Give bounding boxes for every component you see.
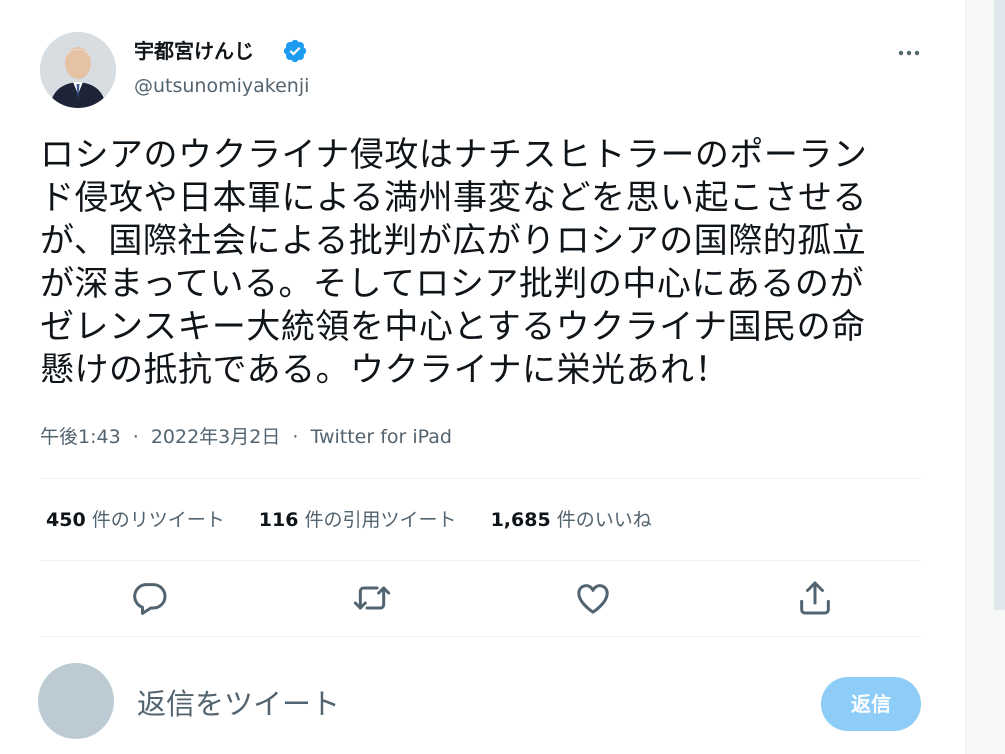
reply-input[interactable]: 返信をツイート xyxy=(137,686,340,722)
scrollbar-thumb[interactable] xyxy=(994,0,1005,610)
tweet-metadata: 午後1:43 · 2022年3月2日 · Twitter for iPad xyxy=(40,424,452,450)
engagement-stats: 450 件のリツイート 116 件の引用ツイート 1,685 件のいいね xyxy=(46,506,680,534)
reply-icon[interactable] xyxy=(130,578,170,618)
likes-label: 件のいいね xyxy=(556,509,652,531)
tweet-text-line: が深まっている。そしてロシア批判の中心にあるのが xyxy=(40,264,864,304)
verified-badge-icon xyxy=(283,39,307,63)
meta-separator: · xyxy=(132,426,139,448)
tweet-detail: 宇都宮けんじ @utsunomiyakenji ロシアのウクライナ侵攻はナチスヒ… xyxy=(0,0,966,754)
like-icon[interactable] xyxy=(573,578,613,618)
meta-separator: · xyxy=(292,426,299,448)
author-display-name[interactable]: 宇都宮けんじ xyxy=(134,37,254,65)
current-user-avatar xyxy=(38,663,114,739)
reply-button[interactable]: 返信 xyxy=(821,677,921,731)
tweet-text: ロシアのウクライナ侵攻はナチスヒトラーのポーラン ド侵攻や日本軍による満州事変な… xyxy=(40,134,945,392)
divider xyxy=(40,478,922,479)
tweet-text-line: が、国際社会による批判が広がりロシアの国際的孤立 xyxy=(40,221,867,261)
retweets-count: 450 xyxy=(46,509,86,531)
tweet-source[interactable]: Twitter for iPad xyxy=(310,426,451,448)
share-icon[interactable] xyxy=(795,578,835,618)
quotes-label: 件の引用ツイート xyxy=(304,509,457,531)
more-options-icon[interactable] xyxy=(890,38,928,68)
divider xyxy=(40,560,922,561)
retweet-icon[interactable] xyxy=(352,578,392,618)
author-username[interactable]: @utsunomiyakenji xyxy=(134,73,309,99)
retweets-stat[interactable]: 450 件のリツイート xyxy=(46,506,225,534)
divider xyxy=(40,636,922,637)
tweet-text-line: ド侵攻や日本軍による満州事変などを思い起こさせる xyxy=(40,178,867,218)
likes-count: 1,685 xyxy=(490,509,551,531)
quotes-count: 116 xyxy=(258,509,299,531)
author-avatar[interactable] xyxy=(40,32,116,108)
tweet-time[interactable]: 午後1:43 xyxy=(40,426,121,448)
retweets-label: 件のリツイート xyxy=(91,509,225,531)
quotes-stat[interactable]: 116 件の引用ツイート xyxy=(259,506,457,534)
tweet-date[interactable]: 2022年3月2日 xyxy=(151,426,281,448)
likes-stat[interactable]: 1,685 件のいいね xyxy=(491,506,652,534)
tweet-text-line: ロシアのウクライナ侵攻はナチスヒトラーのポーラン xyxy=(40,135,868,175)
avatar-photo xyxy=(40,32,116,108)
tweet-text-line: ゼレンスキー大統領を中心とするウクライナ国民の命 xyxy=(40,307,866,347)
tweet-text-line: 懸けの抵抗である。ウクライナに栄光あれ！ xyxy=(40,350,729,390)
